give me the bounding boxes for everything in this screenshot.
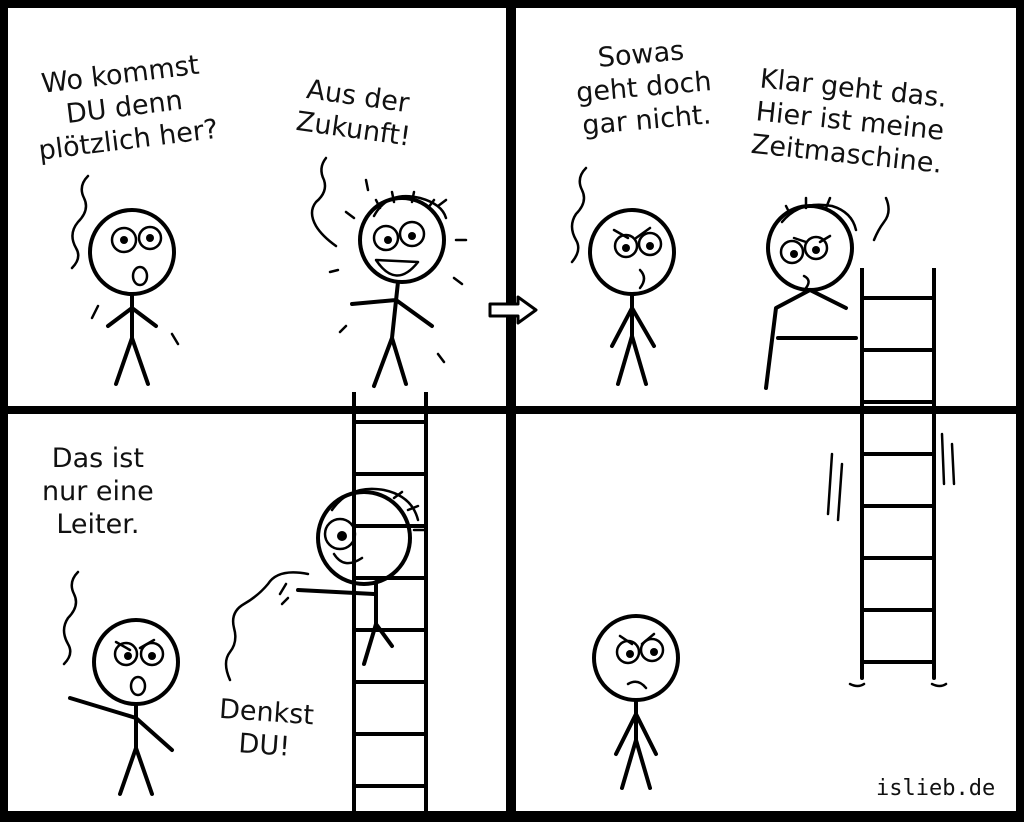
ladder-time-machine bbox=[860, 268, 936, 680]
signature-islieb: islieb.de bbox=[876, 776, 996, 801]
panel-1-drawing bbox=[70, 156, 468, 388]
arrow-right-icon bbox=[488, 295, 538, 325]
comic-panel-1: Wo kommst DU denn plötzlich her? Aus der… bbox=[8, 8, 506, 406]
ladder-panel-3 bbox=[352, 392, 428, 819]
